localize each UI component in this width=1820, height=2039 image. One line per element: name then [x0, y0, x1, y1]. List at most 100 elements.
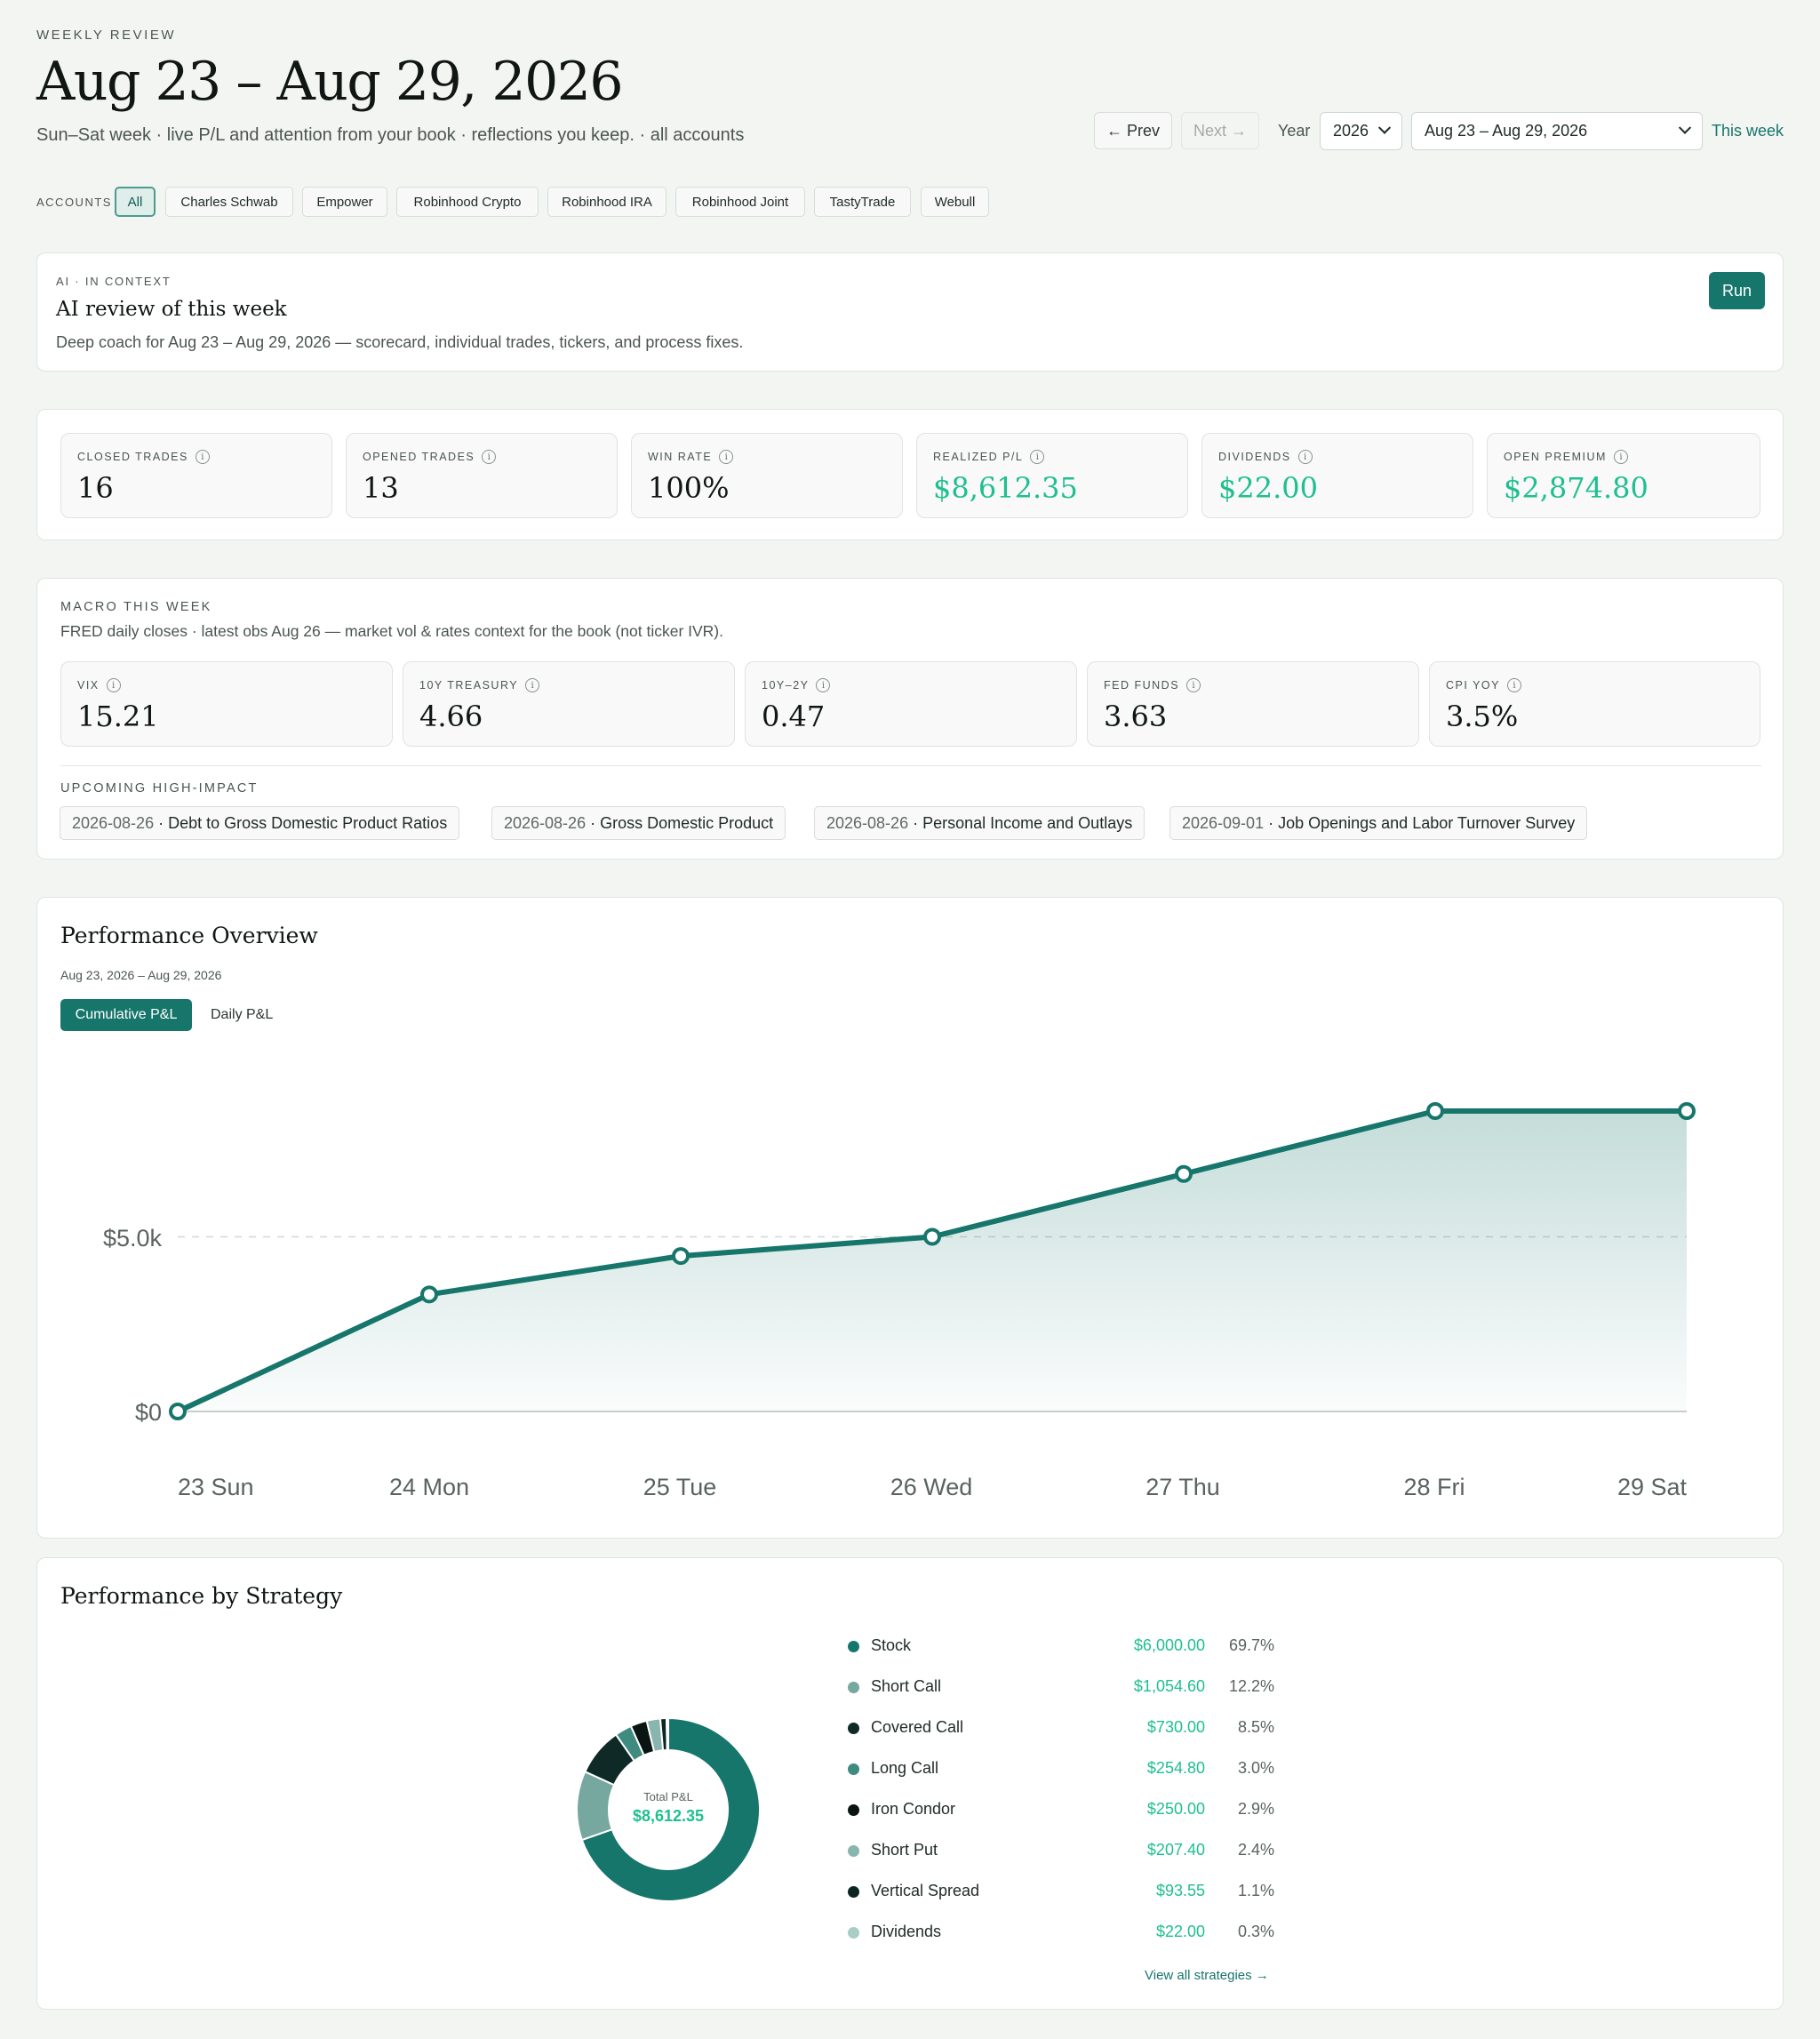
macro-value: 3.63	[1104, 700, 1168, 733]
legend-amount: $93.55	[1155, 1882, 1205, 1899]
donut-total-value: $8,612.35	[632, 1807, 705, 1825]
page-subtitle: Sun–Sat week · live P/L and attention fr…	[36, 125, 745, 145]
info-icon[interactable]: i	[195, 450, 210, 464]
stat-label: OPEN PREMIUM	[1504, 451, 1607, 463]
stat-open-premium: OPEN PREMIUM i $2,874.80	[1487, 433, 1760, 518]
legend-dot	[848, 1886, 859, 1898]
stat-label: DIVIDENDS	[1218, 451, 1291, 463]
macro-label: CPI YOY	[1446, 679, 1500, 692]
legend-name: Short Put	[871, 1841, 938, 1859]
info-icon[interactable]: i	[719, 450, 734, 464]
page-title: Aug 23 – Aug 29, 2026	[36, 51, 624, 113]
event-date: 2026-08-26	[72, 813, 155, 832]
x-tick-label: 23 Sun	[178, 1474, 254, 1500]
legend-pct: 1.1%	[1237, 1882, 1274, 1899]
week-select[interactable]: Aug 23 – Aug 29, 2026	[1411, 112, 1703, 150]
macro-fed-funds: FED FUNDS i 3.63	[1087, 661, 1419, 747]
account-chip-webull[interactable]: Webull	[921, 187, 989, 217]
legend-amount: $1,054.60	[1133, 1677, 1205, 1695]
stat-opened-trades: OPENED TRADES i 13	[346, 433, 618, 518]
data-point[interactable]	[169, 1403, 187, 1420]
info-icon[interactable]: i	[482, 450, 497, 464]
data-point[interactable]	[1175, 1164, 1193, 1183]
stat-win-rate: WIN RATE i 100%	[631, 433, 903, 518]
view-all-strategies-link[interactable]: View all strategies →	[1145, 1968, 1269, 1983]
info-icon[interactable]: i	[106, 678, 121, 692]
info-icon[interactable]: i	[1186, 678, 1201, 692]
legend-row-short-call[interactable]: Short Call $1,054.60 12.2%	[848, 1675, 1274, 1701]
data-point[interactable]	[672, 1247, 690, 1266]
info-icon[interactable]: i	[1297, 450, 1313, 464]
stat-value: $22.00	[1218, 471, 1318, 505]
macro-label: MACRO THIS WEEK	[60, 600, 212, 614]
data-point[interactable]	[1678, 1102, 1696, 1120]
macro-value: 0.47	[762, 700, 826, 733]
run-button[interactable]: Run	[1709, 272, 1765, 309]
data-point[interactable]	[1426, 1102, 1444, 1120]
legend-row-vertical-spread[interactable]: Vertical Spread $93.55 1.1%	[848, 1879, 1274, 1906]
accounts-label: ACCOUNTS	[36, 196, 112, 209]
ai-eyebrow: AI · IN CONTEXT	[56, 275, 172, 288]
legend-name: Long Call	[871, 1759, 939, 1777]
info-icon[interactable]: i	[816, 678, 831, 692]
account-chip-tastytrade[interactable]: TastyTrade	[814, 187, 911, 217]
x-tick-label: 27 Thu	[1145, 1474, 1220, 1500]
legend-row-stock[interactable]: Stock $6,000.00 69.7%	[848, 1634, 1274, 1660]
event-name: Job Openings and Labor Turnover Survey	[1278, 813, 1576, 832]
legend-amount: $730.00	[1146, 1718, 1205, 1736]
macro-description: FRED daily closes · latest obs Aug 26 — …	[60, 622, 723, 640]
macro-label: 10Y TREASURY	[419, 679, 519, 692]
legend-pct: 0.3%	[1237, 1923, 1274, 1940]
prev-week-button[interactable]: ← Prev	[1094, 112, 1172, 149]
event-chip[interactable]: 2026-08-26 · Gross Domestic Product	[491, 806, 786, 840]
info-icon[interactable]: i	[525, 678, 540, 692]
stat-realized-pl: REALIZED P/L i $8,612.35	[916, 433, 1188, 518]
legend-name: Dividends	[871, 1923, 942, 1940]
x-tick-label: 24 Mon	[389, 1474, 469, 1500]
legend-row-dividends[interactable]: Dividends $22.00 0.3%	[848, 1920, 1274, 1947]
legend-row-iron-condor[interactable]: Iron Condor $250.00 2.9%	[848, 1797, 1274, 1824]
year-label: Year	[1278, 122, 1311, 140]
legend-pct: 8.5%	[1237, 1718, 1274, 1736]
event-name: Personal Income and Outlays	[922, 813, 1133, 832]
next-week-button[interactable]: Next →	[1181, 112, 1259, 149]
legend-row-covered-call[interactable]: Covered Call $730.00 8.5%	[848, 1715, 1274, 1742]
x-tick-label: 29 Sat	[1617, 1474, 1688, 1500]
event-name: Gross Domestic Product	[600, 813, 774, 832]
account-chip-robinhood-ira[interactable]: Robinhood IRA	[547, 187, 667, 217]
legend-amount: $250.00	[1146, 1800, 1205, 1818]
event-separator: ·	[154, 813, 169, 832]
macro-10y-2y: 10Y–2Y i 0.47	[745, 661, 1077, 747]
year-select[interactable]: 2026	[1320, 112, 1402, 150]
legend-row-short-put[interactable]: Short Put $207.40 2.4%	[848, 1838, 1274, 1865]
account-chip-all[interactable]: All	[115, 187, 156, 217]
macro-label: FED FUNDS	[1104, 679, 1180, 692]
info-icon[interactable]: i	[1506, 678, 1521, 692]
legend-pct: 2.9%	[1237, 1800, 1274, 1818]
area-fill	[178, 1111, 1687, 1411]
legend-dot	[848, 1723, 859, 1734]
account-chip-empower[interactable]: Empower	[302, 187, 387, 217]
data-point[interactable]	[923, 1227, 941, 1246]
info-icon[interactable]: i	[1030, 450, 1045, 464]
legend-row-long-call[interactable]: Long Call $254.80 3.0%	[848, 1756, 1274, 1783]
event-chip[interactable]: 2026-08-26 · Personal Income and Outlays	[814, 806, 1145, 840]
legend-name: Vertical Spread	[871, 1882, 980, 1899]
data-point[interactable]	[420, 1285, 438, 1304]
pl-chart: $0 $5.0k 23 Sun 24 Mon 25 Tue 26 Wed 27 …	[103, 1102, 1696, 1500]
account-chip-charles-schwab[interactable]: Charles Schwab	[165, 187, 293, 217]
macro-label: 10Y–2Y	[762, 679, 810, 692]
account-chip-robinhood-joint[interactable]: Robinhood Joint	[675, 187, 805, 217]
x-tick-label: 25 Tue	[643, 1474, 717, 1500]
legend-amount: $6,000.00	[1133, 1636, 1205, 1654]
account-chip-robinhood-crypto[interactable]: Robinhood Crypto	[396, 187, 539, 217]
donut-slice[interactable]	[666, 1716, 669, 1752]
this-week-link[interactable]: This week	[1712, 122, 1784, 140]
year-select-value: 2026	[1333, 122, 1369, 140]
page-eyebrow: WEEKLY REVIEW	[36, 28, 176, 43]
event-chip[interactable]: 2026-08-26 · Debt to Gross Domestic Prod…	[60, 806, 460, 840]
event-chip[interactable]: 2026-09-01 · Job Openings and Labor Turn…	[1169, 806, 1588, 840]
strategy-title: Performance by Strategy	[60, 1583, 343, 1609]
info-icon[interactable]: i	[1613, 450, 1628, 464]
stat-value: 13	[363, 471, 399, 505]
